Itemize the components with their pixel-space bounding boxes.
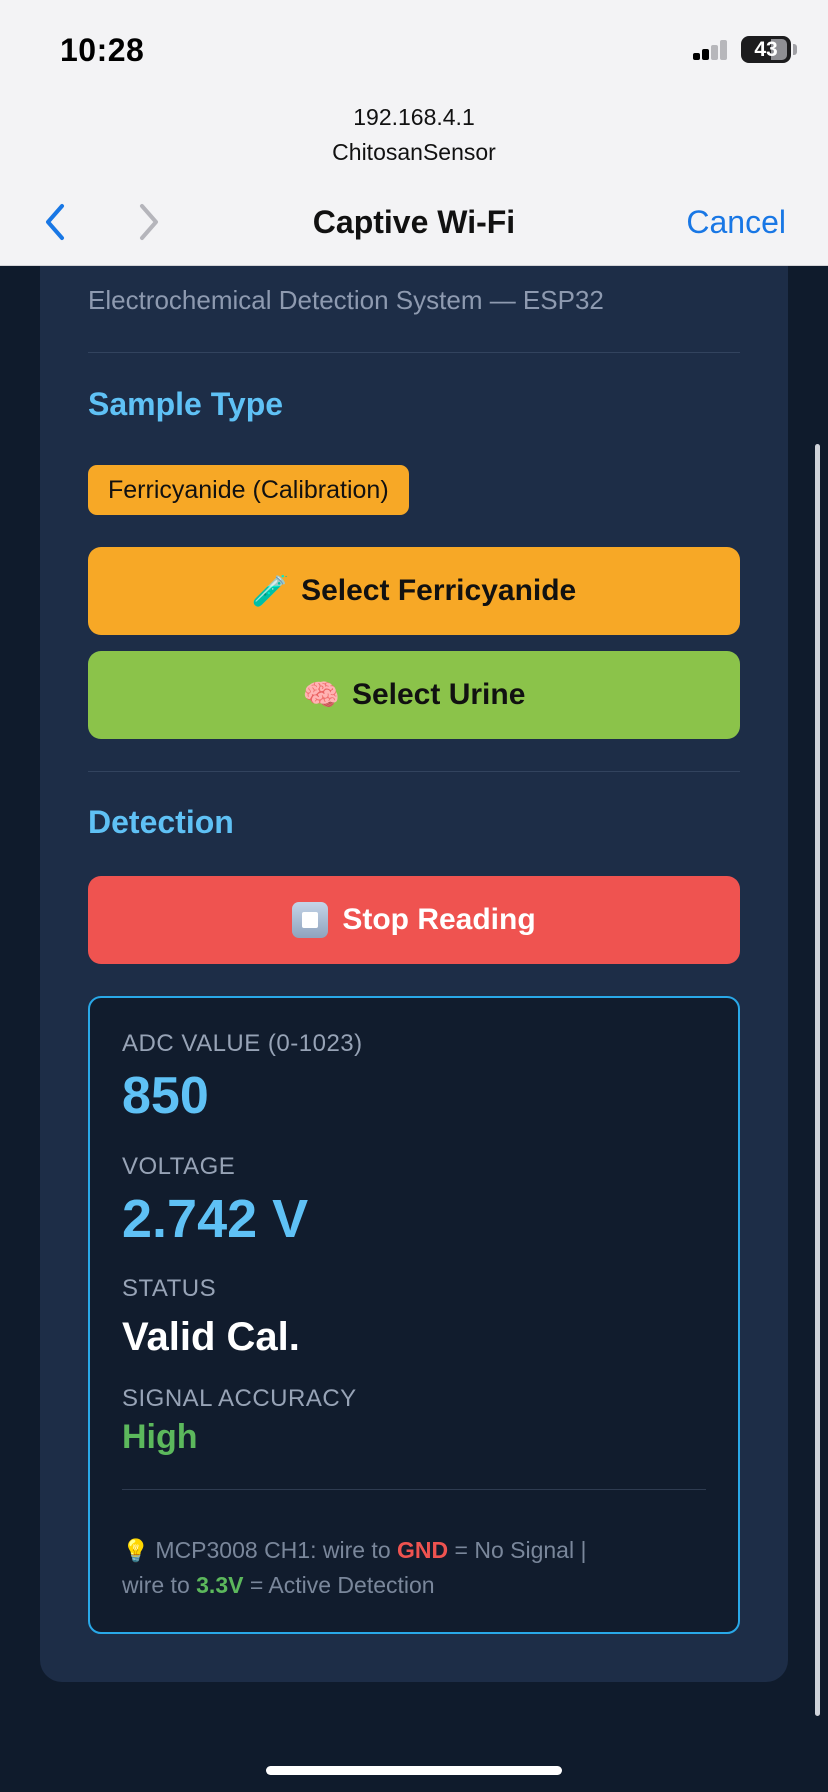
select-ferricyanide-label: Select Ferricyanide (301, 574, 577, 607)
adc-value: 850 (122, 1067, 209, 1125)
page-subtitle: Electrochemical Detection System — ESP32 (88, 285, 604, 315)
voltage-label: VOLTAGE (122, 1153, 236, 1180)
accuracy-label: SIGNAL ACCURACY (122, 1385, 357, 1412)
status-value: Valid Cal. (122, 1315, 300, 1359)
portal-address: 192.168.4.1 (353, 104, 475, 130)
page-scrollbar[interactable] (815, 444, 820, 1716)
captive-portal-header: 10:28 43 192.168.4.1 ChitosanSensor Capt… (0, 0, 828, 266)
cellular-signal-icon (693, 40, 729, 60)
sample-type-heading: Sample Type (88, 386, 284, 422)
battery-level: 43 (754, 38, 778, 61)
3v3-label: 3.3V (196, 1572, 244, 1598)
brain-icon: 🧠 (302, 678, 340, 712)
select-ferricyanide-button[interactable]: 🧪 Select Ferricyanide (88, 547, 740, 635)
status-label: STATUS (122, 1275, 217, 1302)
cancel-button[interactable]: Cancel (686, 204, 786, 241)
select-urine-label: Select Urine (351, 678, 526, 711)
gnd-label: GND (397, 1537, 449, 1563)
detection-heading: Detection (88, 804, 234, 840)
network-name: ChitosanSensor (332, 139, 496, 165)
stop-icon (292, 902, 329, 938)
wiring-hint-line-1: 💡 MCP3008 CH1: wire to GND = No Signal | (122, 1537, 587, 1563)
stop-reading-button[interactable]: Stop Reading (88, 876, 740, 964)
voltage-value: 2.742 V (122, 1189, 309, 1249)
lightbulb-icon: 💡 (122, 1538, 150, 1563)
status-time: 10:28 (60, 32, 145, 68)
current-sample-badge: Ferricyanide (Calibration) (88, 465, 409, 515)
divider (88, 771, 740, 772)
divider (122, 1489, 706, 1490)
accuracy-value: High (122, 1418, 198, 1456)
home-indicator[interactable] (266, 1766, 562, 1775)
divider (88, 352, 740, 353)
stop-reading-label: Stop Reading (342, 903, 536, 936)
adc-label: ADC VALUE (0-1023) (122, 1030, 363, 1057)
wiring-hint-line-2: wire to 3.3V = Active Detection (122, 1572, 435, 1598)
select-urine-button[interactable]: 🧠 Select Urine (88, 651, 740, 739)
test-tube-icon: 🧪 (251, 574, 290, 608)
battery-icon: 43 (741, 36, 791, 63)
